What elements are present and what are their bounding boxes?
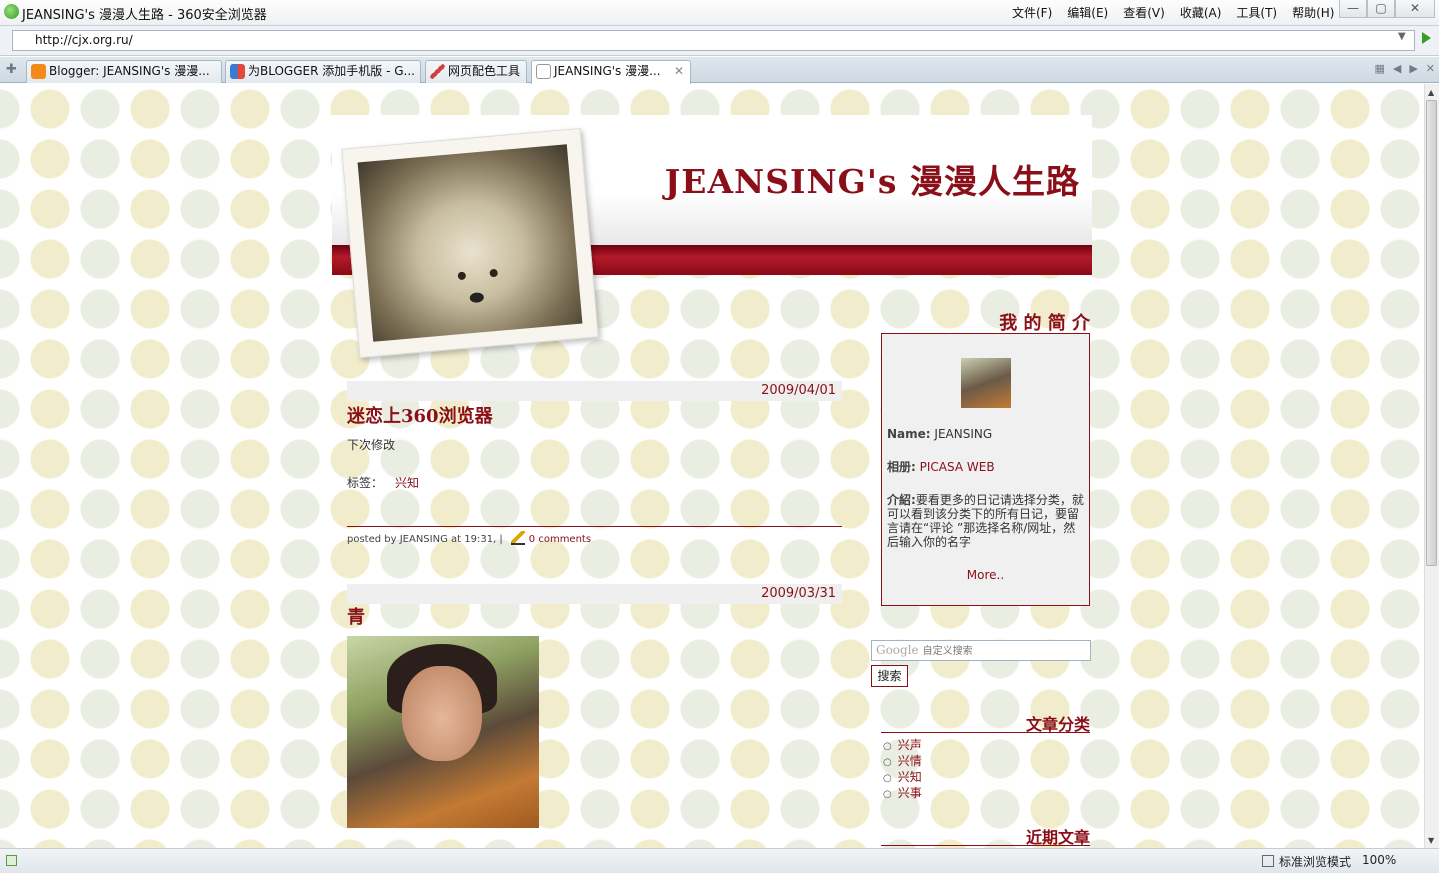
post-title[interactable]: 青 <box>347 603 365 629</box>
page-viewport: JEANSING's 漫漫人生路 <box>0 84 1424 848</box>
post-title[interactable]: 迷恋上360浏览器 <box>347 402 493 428</box>
menu-bar: 文件(F) 编辑(E) 查看(V) 收藏(A) 工具(T) 帮助(H) <box>1012 4 1334 21</box>
scroll-down-icon[interactable]: ▼ <box>1428 836 1434 845</box>
category-item[interactable]: 兴声 <box>883 738 922 754</box>
label-link[interactable]: 兴知 <box>395 476 419 490</box>
profile-name: Name: JEANSING <box>887 427 993 441</box>
album-link[interactable]: PICASA WEB <box>920 460 995 474</box>
post-date: 2009/03/31 <box>347 584 842 604</box>
window-title: JEANSING's 漫漫人生路 - 360安全浏览器 <box>22 8 267 23</box>
search-placeholder: 自定义搜索 <box>922 646 973 657</box>
labels-prefix: 标签： <box>347 476 384 490</box>
close-tab-icon[interactable]: ✕ <box>674 61 684 82</box>
menu-view[interactable]: 查看(V) <box>1123 4 1165 21</box>
tab-list-icon[interactable]: ▦ <box>1374 62 1384 75</box>
url-input[interactable]: http://cjx.org.ru/ <box>12 30 1415 51</box>
scroll-up-icon[interactable]: ▲ <box>1428 88 1434 97</box>
category-item[interactable]: 兴事 <box>883 786 922 802</box>
tab-color-tool[interactable]: 网页配色工具 <box>425 60 527 83</box>
close-all-icon[interactable]: ✕ <box>1426 62 1435 75</box>
tab-label: 为BLOGGER 添加手机版 - G... <box>248 64 415 78</box>
post-body: 下次修改 <box>347 438 396 452</box>
pencil-icon <box>510 531 525 545</box>
avatar[interactable] <box>961 358 1011 408</box>
divider <box>881 732 1090 733</box>
minimize-button[interactable]: — <box>1339 0 1367 18</box>
menu-edit[interactable]: 编辑(E) <box>1067 4 1108 21</box>
posted-by-text: posted by JEANSING at 19:31, | <box>347 534 503 545</box>
post-photo[interactable] <box>347 636 539 828</box>
tab-prev-icon[interactable]: ◀ <box>1393 62 1401 75</box>
maximize-button[interactable]: ▢ <box>1367 0 1395 18</box>
divider <box>881 845 1090 846</box>
status-bar: 标准浏览模式 100% <box>0 848 1439 873</box>
scroll-thumb[interactable] <box>1426 100 1437 566</box>
status-icon <box>6 855 17 866</box>
browser-logo-icon <box>4 4 19 19</box>
zoom-level[interactable]: 100% <box>1362 853 1396 867</box>
profile-heading: 我 的 简 介 <box>999 313 1090 334</box>
google-icon <box>230 64 245 79</box>
window-controls: — ▢ ✕ <box>1339 0 1435 18</box>
category-item[interactable]: 兴知 <box>883 770 922 786</box>
tab-next-icon[interactable]: ▶ <box>1409 62 1417 75</box>
menu-file[interactable]: 文件(F) <box>1012 4 1052 21</box>
post-footer: posted by JEANSING at 19:31, | 0 comments <box>347 526 842 545</box>
address-bar: http://cjx.org.ru/ <box>0 26 1439 56</box>
category-list: 兴声 兴情 兴知 兴事 <box>883 738 922 802</box>
search-button[interactable]: 搜索 <box>871 665 908 687</box>
tab-label: Blogger: JEANSING's 漫漫... <box>49 64 210 78</box>
menu-favorites[interactable]: 收藏(A) <box>1180 4 1222 21</box>
tab-label: 网页配色工具 <box>448 64 521 78</box>
profile-intro: 介紹:要看更多的日记请选择分类，就可以看到该分类下的所有日记，要留言请在“评论 … <box>887 493 1084 549</box>
menu-tools[interactable]: 工具(T) <box>1236 4 1277 21</box>
category-item[interactable]: 兴情 <box>883 754 922 770</box>
tab-label: JEANSING's 漫漫... <box>554 64 661 78</box>
comments-link[interactable]: 0 comments <box>529 534 591 545</box>
blog-title[interactable]: JEANSING's 漫漫人生路 <box>665 155 1080 203</box>
title-bar: JEANSING's 漫漫人生路 - 360安全浏览器 文件(F) 编辑(E) … <box>0 0 1439 26</box>
tab-navigation: ▦ ◀ ▶ ✕ <box>1374 62 1435 75</box>
dog-image <box>357 144 583 342</box>
profile-album: 相册: PICASA WEB <box>887 460 995 474</box>
profile-box: Name: JEANSING 相册: PICASA WEB 介紹:要看更多的日记… <box>881 333 1090 606</box>
tab-google[interactable]: 为BLOGGER 添加手机版 - G... <box>225 60 421 83</box>
url-dropdown-icon[interactable]: ▼ <box>1398 31 1406 42</box>
search-input[interactable]: Google 自定义搜索 <box>871 640 1091 661</box>
new-tab-icon[interactable]: ✚ <box>6 62 17 77</box>
tab-bar: ✚ Blogger: JEANSING's 漫漫... 为BLOGGER 添加手… <box>0 57 1439 84</box>
pen-icon <box>430 64 445 79</box>
google-logo: Google <box>876 643 919 657</box>
blogger-icon <box>31 64 46 79</box>
tab-blogger[interactable]: Blogger: JEANSING's 漫漫... <box>26 60 222 83</box>
close-window-button[interactable]: ✕ <box>1395 0 1435 18</box>
post-date: 2009/04/01 <box>347 381 842 401</box>
post-labels: 标签： 兴知 <box>347 474 419 491</box>
page-icon <box>536 64 551 79</box>
go-button[interactable] <box>1422 32 1431 44</box>
more-link[interactable]: More.. <box>882 568 1089 582</box>
menu-help[interactable]: 帮助(H) <box>1292 4 1334 21</box>
header-dog-photo <box>341 127 599 359</box>
browse-mode[interactable]: 标准浏览模式 <box>1262 853 1351 870</box>
tab-jeansing[interactable]: JEANSING's 漫漫... ✕ <box>531 60 691 84</box>
